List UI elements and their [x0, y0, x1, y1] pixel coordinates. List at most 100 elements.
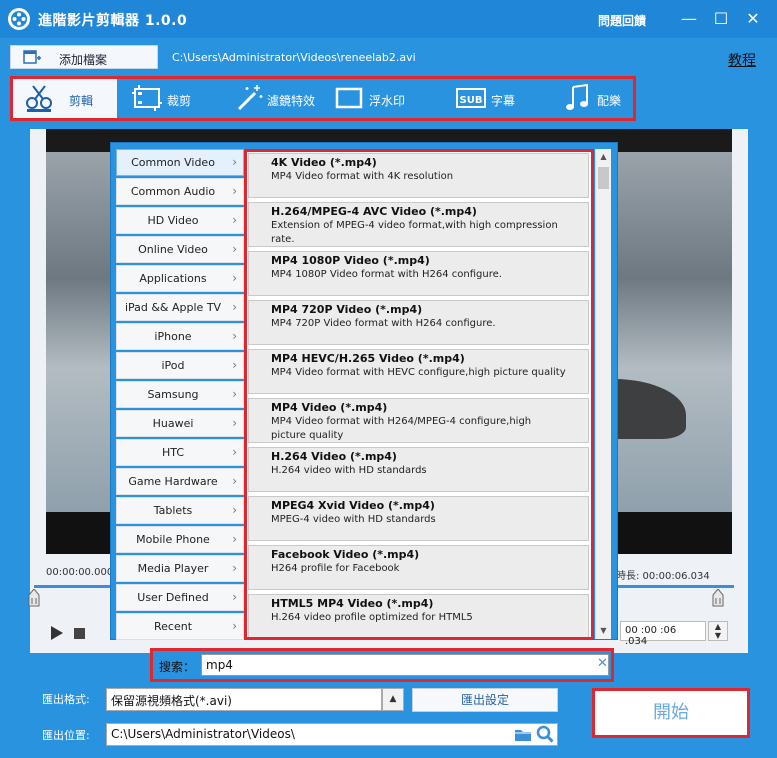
format-desc: MP4 1080P Video format with H264 configu…	[271, 269, 502, 280]
tab-bar: 剪輯 裁剪 濾鏡特效 浮水印 SUB 字幕 配樂	[10, 76, 636, 121]
format-item[interactable]: Facebook Video (*.mp4) H264 profile for F…	[248, 545, 589, 590]
category-label: Applications	[139, 272, 207, 285]
time-input[interactable]: 00 :00 :06 .034	[620, 621, 706, 647]
output-format-label: 匯出格式:	[42, 693, 90, 706]
format-item[interactable]: MP4 1080P Video (*.mp4) MP4 1080P Video f…	[248, 251, 589, 296]
dropdown-arrow-icon[interactable]: ▲	[382, 688, 404, 711]
music-note-icon	[566, 83, 588, 110]
tutorial-link[interactable]: 教程	[728, 50, 756, 70]
category-item[interactable]: Media Player ›	[116, 555, 244, 582]
format-item[interactable]: 4K Video (*.mp4) MP4 Video format with 4K…	[248, 153, 589, 198]
category-label: Recent	[153, 620, 193, 633]
close-button[interactable]: ✕	[740, 7, 766, 31]
chevron-right-icon: ›	[232, 590, 237, 604]
category-item[interactable]: iPad && Apple TV ›	[116, 294, 244, 321]
format-desc: MP4 Video format with H264/MPEG-4 config…	[271, 416, 532, 441]
category-label: iPhone	[154, 330, 192, 343]
category-item[interactable]: Applications ›	[116, 265, 244, 292]
tab-music[interactable]: 配樂	[553, 79, 633, 118]
format-item[interactable]: MP4 720P Video (*.mp4) MP4 720P Video for…	[248, 300, 589, 345]
trim-end-handle[interactable]	[712, 589, 724, 607]
format-item[interactable]: MP4 Video (*.mp4) MP4 Video format with H…	[248, 398, 589, 443]
format-desc: MP4 720P Video format with H264 configur…	[271, 318, 496, 329]
category-item[interactable]: Online Video ›	[116, 236, 244, 263]
category-item[interactable]: Common Audio ›	[116, 178, 244, 205]
feedback-link[interactable]: 問題回饋	[598, 12, 646, 29]
tab-subtitle[interactable]: SUB 字幕	[445, 79, 535, 118]
format-name: Facebook Video (*.mp4)	[271, 548, 420, 561]
maximize-button[interactable]: ☐	[708, 7, 734, 31]
tab-cut[interactable]: 剪輯	[13, 79, 117, 118]
format-list: 4K Video (*.mp4) MP4 Video format with 4K…	[244, 149, 594, 640]
category-label: Online Video	[138, 243, 208, 256]
file-path: C:\Users\Administrator\Videos\reneelab2.…	[172, 51, 416, 64]
category-item[interactable]: Huawei ›	[116, 410, 244, 437]
format-name: H.264 Video (*.mp4)	[271, 450, 397, 463]
category-item[interactable]: HTC ›	[116, 439, 244, 466]
chevron-right-icon: ›	[232, 416, 237, 430]
start-button[interactable]: 開始	[592, 688, 750, 738]
category-item[interactable]: Tablets ›	[116, 497, 244, 524]
format-item[interactable]: H.264 Video (*.mp4) H.264 video with HD s…	[248, 447, 589, 492]
category-item[interactable]: Recent ›	[116, 613, 244, 640]
format-desc: H.264 video profile optimized for HTML5	[271, 612, 473, 623]
tab-effects[interactable]: 濾鏡特效	[223, 79, 333, 118]
category-label: Common Video	[131, 156, 215, 169]
chevron-right-icon: ›	[232, 358, 237, 372]
format-search: 搜索： ✕	[150, 648, 614, 682]
category-item[interactable]: Game Hardware ›	[116, 468, 244, 495]
category-item[interactable]: Samsung ›	[116, 381, 244, 408]
play-icon[interactable]	[50, 626, 64, 640]
output-format-select[interactable]: 保留源視頻格式(*.avi)	[106, 688, 382, 711]
output-location-label: 匯出位置:	[42, 729, 90, 742]
category-label: Media Player	[137, 562, 209, 575]
duration: 時長: 00:00:06.034	[616, 571, 710, 582]
format-item[interactable]: H.264/MPEG-4 AVC Video (*.mp4) Extension …	[248, 202, 589, 247]
scroll-thumb[interactable]	[598, 167, 609, 189]
format-name: MPEG4 Xvid Video (*.mp4)	[271, 499, 435, 512]
category-label: Mobile Phone	[136, 533, 210, 546]
category-list: Common Video › Common Audio › HD Video › On…	[116, 149, 244, 642]
trim-start-handle[interactable]	[28, 589, 40, 607]
format-name: MP4 720P Video (*.mp4)	[271, 303, 423, 316]
output-location-field[interactable]: C:\Users\Administrator\Videos\	[106, 723, 558, 746]
minimize-button[interactable]: —	[676, 7, 702, 31]
category-item[interactable]: HD Video ›	[116, 207, 244, 234]
format-item[interactable]: HTML5 MP4 Video (*.mp4) H.264 video profi…	[248, 594, 589, 637]
search-icon[interactable]	[536, 725, 554, 743]
output-settings-button[interactable]: 匯出設定	[412, 688, 558, 712]
tab-subtitle-label: 字幕	[491, 94, 516, 108]
film-cut-icon	[26, 85, 52, 112]
format-name: H.264/MPEG-4 AVC Video (*.mp4)	[271, 205, 477, 218]
chevron-right-icon: ›	[232, 300, 237, 314]
chevron-right-icon: ›	[232, 184, 237, 198]
add-file-button[interactable]: 添加檔案	[10, 45, 158, 69]
category-item[interactable]: Mobile Phone ›	[116, 526, 244, 553]
crop-icon	[132, 85, 162, 111]
format-desc: H264 profile for Facebook	[271, 563, 400, 574]
time-spinner[interactable]: ▲ ▼	[708, 621, 728, 641]
start-time: 00:00:00.000	[46, 567, 114, 578]
folder-icon[interactable]	[514, 727, 532, 742]
search-input[interactable]	[201, 654, 609, 676]
tab-crop-label: 裁剪	[167, 94, 192, 108]
chevron-right-icon: ›	[232, 561, 237, 575]
scroll-down-icon[interactable]: ▼	[596, 623, 611, 639]
format-desc: Extension of MPEG-4 video format,with hi…	[271, 220, 558, 245]
clear-icon[interactable]: ✕	[597, 656, 608, 671]
format-item[interactable]: MP4 HEVC/H.265 Video (*.mp4) MP4 Video fo…	[248, 349, 589, 394]
category-item[interactable]: User Defined ›	[116, 584, 244, 611]
category-item[interactable]: iPod ›	[116, 352, 244, 379]
tab-crop[interactable]: 裁剪	[121, 79, 221, 118]
chevron-right-icon: ›	[232, 532, 237, 546]
format-desc: MP4 Video format with 4K resolution	[271, 171, 454, 182]
app-logo-icon	[8, 8, 30, 30]
format-item[interactable]: MPEG4 Xvid Video (*.mp4) MPEG-4 video wit…	[248, 496, 589, 541]
tab-watermark[interactable]: 浮水印	[323, 79, 423, 118]
scroll-up-icon[interactable]: ▲	[596, 149, 611, 165]
stop-icon[interactable]	[74, 628, 85, 639]
category-item[interactable]: Common Video ›	[116, 149, 244, 176]
format-scrollbar[interactable]: ▲ ▼	[595, 149, 611, 639]
chevron-right-icon: ›	[232, 503, 237, 517]
category-item[interactable]: iPhone ›	[116, 323, 244, 350]
